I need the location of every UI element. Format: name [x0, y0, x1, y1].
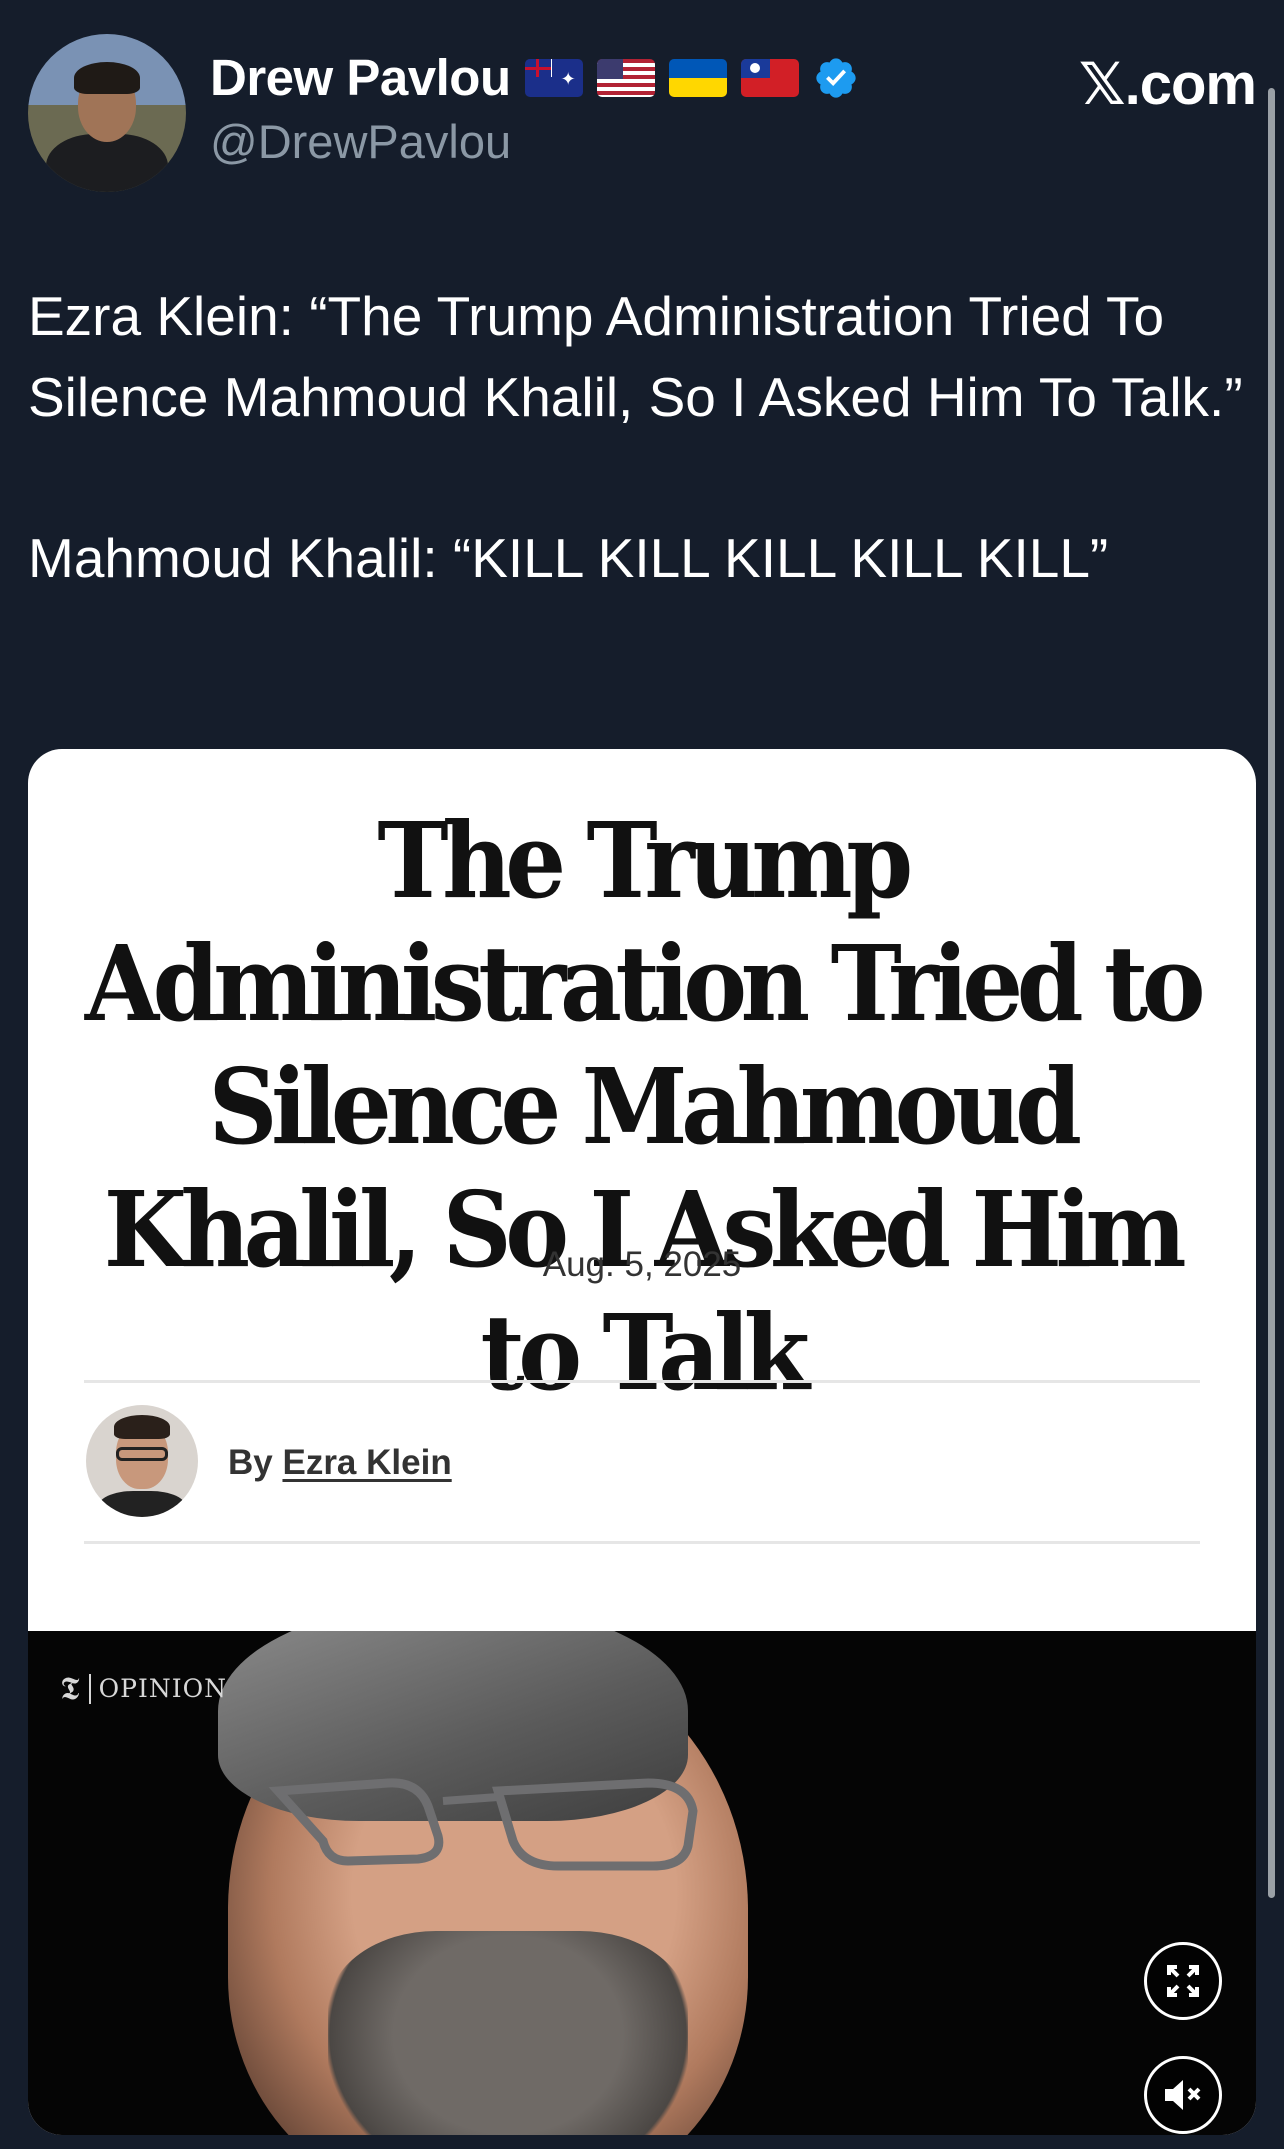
fullscreen-button[interactable] — [1144, 1942, 1222, 2020]
user-handle[interactable]: @DrewPavlou — [210, 114, 511, 169]
tweet-text: Ezra Klein: “The Trump Administration Tr… — [28, 276, 1248, 599]
author-avatar — [86, 1405, 198, 1517]
article-card[interactable]: The Trump Administration Tried to Silenc… — [28, 749, 1256, 2135]
mute-button[interactable] — [1144, 2056, 1222, 2134]
author-link[interactable]: Ezra Klein — [282, 1443, 451, 1482]
ukraine-flag-icon — [668, 58, 727, 97]
video-subject-glasses — [268, 1778, 698, 1871]
usa-flag-icon — [596, 58, 655, 97]
divider — [84, 1541, 1200, 1544]
profile-avatar[interactable] — [28, 34, 186, 192]
byline: By Ezra Klein — [228, 1443, 452, 1483]
fullscreen-icon — [1167, 1965, 1199, 1997]
tweet-line-quote: Ezra Klein: “The Trump Administration Tr… — [28, 285, 1243, 428]
australia-flag-icon — [524, 58, 583, 97]
scrollbar[interactable] — [1268, 88, 1275, 1898]
separator — [88, 1673, 91, 1704]
nyt-opinion-label: 𝕿 OPINION — [60, 1669, 227, 1708]
section-label: OPINION — [98, 1674, 227, 1703]
tweet-line-response: Mahmoud Khalil: “KILL KILL KILL KILL KIL… — [28, 527, 1109, 589]
muted-speaker-icon — [1165, 2080, 1201, 2110]
name-row: Drew Pavlou — [210, 48, 859, 107]
article-headline: The Trump Administration Tried to Silenc… — [84, 799, 1206, 1414]
nyt-logo-icon: 𝕿 — [60, 1669, 81, 1707]
site-label: 𝕏.com — [1078, 52, 1257, 117]
byline-prefix: By — [228, 1443, 283, 1482]
verified-badge-icon — [815, 57, 856, 98]
divider — [84, 1380, 1200, 1383]
article-date: Aug. 5, 2025 — [542, 1245, 742, 1284]
video-player[interactable]: 𝕿 OPINION — [28, 1631, 1256, 2135]
taiwan-flag-icon — [740, 58, 799, 97]
video-subject-beard — [328, 1931, 688, 2135]
display-name[interactable]: Drew Pavlou — [210, 48, 511, 107]
tweet-header: Drew Pavlou @DrewPavlou 𝕏.com — [28, 32, 1257, 192]
